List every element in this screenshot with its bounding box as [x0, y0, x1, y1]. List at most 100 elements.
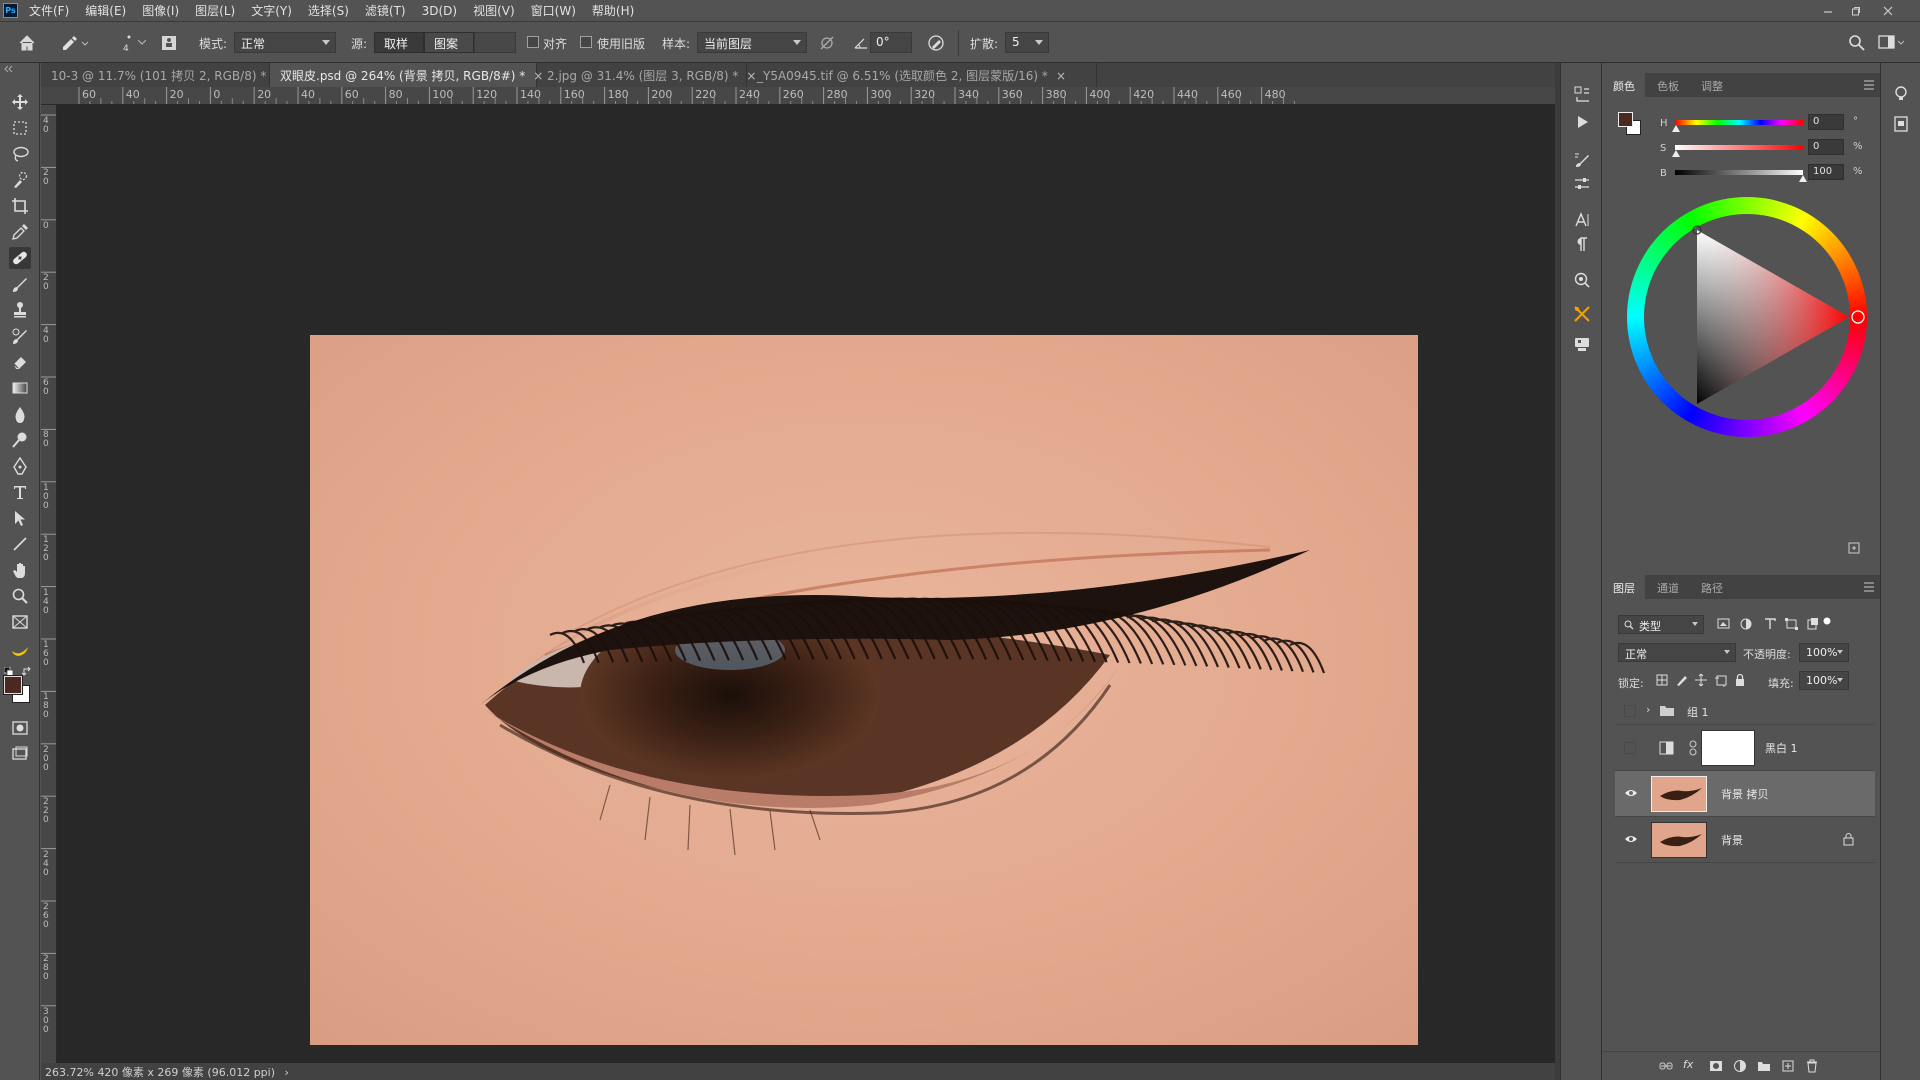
collapse-toolbar-icon[interactable] — [4, 65, 36, 73]
color-wheel[interactable] — [1627, 197, 1867, 437]
pattern-picker[interactable] — [474, 32, 516, 53]
brightness-slider-thumb[interactable] — [1799, 175, 1807, 182]
horizontal-ruler[interactable]: 60 40 20 0 20 40 60 80 100 120 140 160 180 200 220 240 2… — [41, 87, 1555, 105]
layer-row-background[interactable]: 背景 — [1615, 817, 1875, 863]
move-tool-icon[interactable] — [9, 91, 31, 113]
hue-slider[interactable] — [1675, 120, 1803, 125]
use-legacy-checkbox[interactable] — [580, 36, 592, 48]
tab-close-icon[interactable]: × — [1056, 69, 1066, 83]
tab-paths[interactable]: 路径 — [1691, 575, 1733, 599]
brush-tool-icon[interactable] — [9, 273, 31, 295]
quick-mask-icon[interactable] — [9, 717, 31, 739]
history-brush-tool-icon[interactable] — [9, 325, 31, 347]
foreground-color-swatch[interactable] — [3, 675, 23, 695]
layer-row-group[interactable]: › 组 1 — [1615, 697, 1875, 725]
screen-mode-icon[interactable] — [9, 743, 31, 765]
color-swatches[interactable] — [1617, 111, 1643, 137]
photoshop-logo[interactable]: Ps — [0, 0, 21, 21]
blend-mode-dropdown[interactable]: 正常 — [1618, 643, 1736, 662]
hand-tool-icon[interactable] — [9, 559, 31, 581]
pressure-size-icon[interactable] — [926, 33, 946, 53]
link-layers-icon[interactable] — [1659, 1059, 1673, 1073]
marquee-tool-icon[interactable] — [9, 117, 31, 139]
brightness-input[interactable]: 100 — [1808, 164, 1844, 180]
aligned-checkbox[interactable] — [527, 36, 539, 48]
menu-layer[interactable]: 图层(L) — [187, 2, 243, 19]
eraser-tool-icon[interactable] — [9, 351, 31, 373]
paragraph-panel-icon[interactable] — [1571, 233, 1593, 255]
type-tool-icon[interactable] — [9, 481, 31, 503]
diffusion-input[interactable]: 5 — [1005, 32, 1049, 53]
eyedropper-tool-icon[interactable] — [9, 221, 31, 243]
plugin-tools-icon[interactable] — [1571, 303, 1593, 325]
path-selection-tool-icon[interactable] — [9, 507, 31, 529]
saturation-slider-thumb[interactable] — [1672, 150, 1680, 157]
menu-filter[interactable]: 滤镜(T) — [357, 2, 414, 19]
home-icon[interactable] — [16, 32, 38, 54]
source-sampled-button[interactable]: 取样 — [374, 32, 424, 53]
crop-tool-icon[interactable] — [9, 195, 31, 217]
actions-panel-icon[interactable] — [1571, 111, 1593, 133]
brightness-slider[interactable] — [1675, 170, 1803, 175]
tab-document-2[interactable]: 双眼皮.psd @ 264% (背景 拷贝, RGB/8#) * × — [270, 63, 543, 87]
dodge-tool-icon[interactable] — [9, 429, 31, 451]
new-adjustment-layer-icon[interactable] — [1733, 1059, 1747, 1073]
blur-tool-icon[interactable] — [9, 403, 31, 425]
add-mask-icon[interactable] — [1709, 1059, 1723, 1073]
layer-row-adjustment[interactable]: 黑白 1 — [1615, 725, 1875, 771]
delete-layer-icon[interactable] — [1805, 1059, 1819, 1073]
ignore-adjustment-layers-icon[interactable] — [818, 34, 836, 52]
tab-document-1[interactable]: 10-3 @ 11.7% (101 拷贝 2, RGB/8) *× — [41, 63, 284, 87]
learn-panel-icon[interactable] — [1890, 83, 1912, 105]
layer-thumbnail[interactable] — [1651, 822, 1707, 858]
banana-icon[interactable] — [9, 639, 31, 661]
lasso-tool-icon[interactable] — [9, 143, 31, 165]
tool-preset-picker[interactable] — [58, 32, 90, 54]
adjustments-plugin-icon[interactable] — [1571, 269, 1593, 291]
panel-menu-icon[interactable] — [1863, 80, 1875, 90]
tab-document-3[interactable]: 2.jpg @ 31.4% (图层 3, RGB/8) * × — [537, 63, 756, 87]
gradient-tool-icon[interactable] — [9, 377, 31, 399]
menu-type[interactable]: 文字(Y) — [243, 2, 300, 19]
lock-icons[interactable] — [1655, 672, 1747, 688]
foreground-color-chip[interactable] — [1618, 112, 1633, 127]
link-icon[interactable] — [1689, 740, 1697, 756]
eye-icon[interactable] — [1624, 834, 1638, 844]
layer-visibility-toggle[interactable] — [1624, 705, 1636, 717]
properties-panel-icon[interactable] — [1571, 173, 1593, 195]
tab-color[interactable]: 颜色 — [1603, 73, 1645, 97]
layer-visibility-toggle[interactable] — [1624, 742, 1636, 754]
fill-input[interactable]: 100% — [1799, 671, 1849, 690]
angle-input[interactable]: 0° — [870, 32, 912, 53]
saturation-input[interactable]: 0 — [1808, 139, 1844, 155]
panel-menu-icon[interactable] — [1863, 582, 1875, 592]
mode-dropdown[interactable]: 正常 — [234, 32, 336, 53]
expand-panel-icon[interactable] — [1848, 542, 1860, 554]
menu-help[interactable]: 帮助(H) — [584, 2, 642, 19]
layer-filter-dropdown[interactable]: 类型 — [1618, 615, 1704, 634]
history-panel-icon[interactable] — [1571, 83, 1593, 105]
brush-size-picker[interactable]: 4 — [116, 30, 146, 58]
fx-icon[interactable]: fx — [1683, 1058, 1699, 1072]
character-panel-icon[interactable] — [1571, 209, 1593, 231]
lock-icon[interactable] — [1843, 833, 1854, 846]
sample-dropdown[interactable]: 当前图层 — [697, 32, 807, 53]
workspace-switcher-icon[interactable] — [1877, 33, 1907, 53]
eye-icon[interactable] — [1624, 788, 1638, 798]
brush-settings-icon[interactable] — [1571, 149, 1593, 171]
saturation-slider[interactable] — [1675, 145, 1803, 150]
libraries-panel-icon[interactable] — [1890, 113, 1912, 135]
frame-tool-icon[interactable] — [9, 611, 31, 633]
opacity-input[interactable]: 100% — [1799, 643, 1849, 662]
clone-source-panel-icon[interactable] — [160, 34, 178, 52]
menu-image[interactable]: 图像(I) — [134, 2, 187, 19]
layer-thumbnail[interactable] — [1651, 776, 1707, 812]
layer-row-background-copy[interactable]: 背景 拷贝 — [1615, 771, 1875, 817]
eye-photo[interactable] — [310, 335, 1418, 1045]
zoom-tool-icon[interactable] — [9, 585, 31, 607]
menu-window[interactable]: 窗口(W) — [523, 2, 584, 19]
canvas-area[interactable] — [57, 105, 1555, 1063]
menu-3d[interactable]: 3D(D) — [414, 4, 465, 18]
new-layer-icon[interactable] — [1781, 1059, 1795, 1073]
menu-edit[interactable]: 编辑(E) — [77, 2, 134, 19]
